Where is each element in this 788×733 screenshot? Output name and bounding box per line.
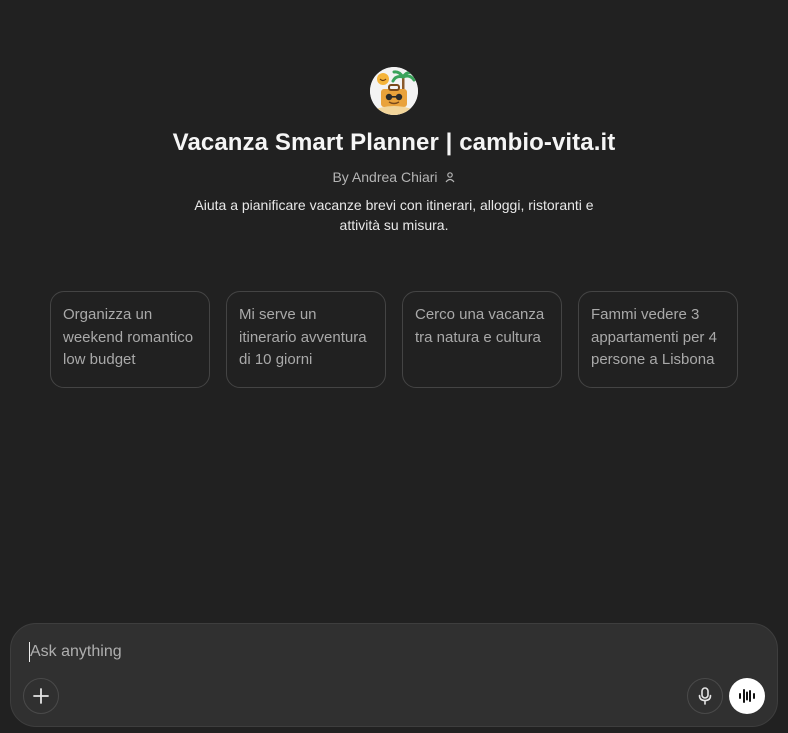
- person-icon: [444, 171, 456, 183]
- voice-mode-button[interactable]: [729, 678, 765, 714]
- gpt-title: Vacanza Smart Planner | cambio-vita.it: [172, 129, 616, 156]
- plus-icon: [33, 688, 49, 704]
- starter-card[interactable]: Mi serve un itinerario avventura di 10 g…: [226, 291, 386, 388]
- attach-button[interactable]: [23, 678, 59, 714]
- starter-card[interactable]: Cerco una vacanza tra natura e cultura: [402, 291, 562, 388]
- gpt-description: Aiuta a pianificare vacanze brevi con it…: [194, 197, 594, 233]
- voice-mode-icon: [739, 689, 755, 703]
- dictate-button[interactable]: [687, 678, 723, 714]
- gpt-avatar: [370, 67, 418, 115]
- gpt-header: Vacanza Smart Planner | cambio-vita.it B…: [0, 67, 788, 235]
- starter-card[interactable]: Fammi vedere 3 appartamenti per 4 person…: [578, 291, 738, 388]
- message-composer: Ask anything: [10, 623, 778, 727]
- page: Vacanza Smart Planner | cambio-vita.it B…: [0, 0, 788, 733]
- microphone-icon: [698, 687, 712, 705]
- author-name[interactable]: By Andrea Chiari: [332, 169, 437, 185]
- gpt-byline[interactable]: By Andrea Chiari: [0, 169, 788, 185]
- starter-card[interactable]: Organizza un weekend romantico low budge…: [50, 291, 210, 388]
- conversation-starters: Organizza un weekend romantico low budge…: [50, 291, 738, 388]
- vacation-emoji-icon: [370, 67, 418, 115]
- message-input[interactable]: [29, 642, 729, 664]
